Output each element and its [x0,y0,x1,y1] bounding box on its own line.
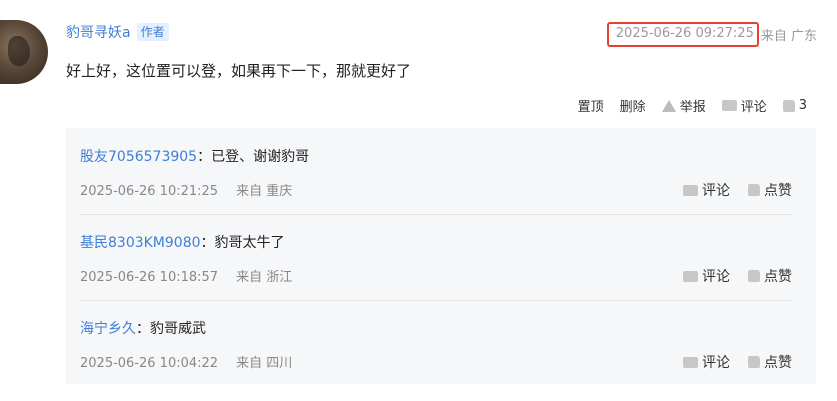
reply-location: 来自 浙江 [236,270,293,285]
reply-like-button[interactable]: 点赞 [748,266,792,286]
avatar[interactable] [0,20,48,84]
comment-bubble-icon [683,356,698,368]
reply-label: 评论 [740,100,767,115]
comment-bubble-icon [683,184,698,196]
reply-location: 来自 四川 [236,356,293,371]
reply-content: ：豹哥太牛了 [200,235,285,251]
reply-text: 海宁乡久：豹哥威武 [80,318,206,338]
reply-user[interactable]: 海宁乡久 [80,321,136,337]
reply-time: 2025-06-26 10:18:57 [80,270,219,285]
reply-list: 股友7056573905：已登、谢谢豹哥 2025-06-26 10:21:25… [66,128,816,384]
delete-button[interactable]: 删除 [620,96,646,115]
comment-bubble-icon [721,100,737,111]
reply-comment-button[interactable]: 评论 [683,180,730,200]
comment-time: 2025-06-26 09:27:25 [606,22,759,47]
reply-content: ：豹哥威武 [136,321,206,337]
reply-actions: 评论 点赞 [683,352,792,372]
reply-meta: 2025-06-26 10:18:57 来自 浙江 [80,266,310,285]
reply-actions: 评论 点赞 [683,266,792,286]
warning-icon [661,99,676,112]
reply-text: 基民8303KM9080：豹哥太牛了 [80,232,285,252]
author-name[interactable]: 豹哥寻妖a [66,22,131,42]
reply-item: 海宁乡久：豹哥威武 2025-06-26 10:04:22 来自 四川 评论 点赞 [80,300,792,386]
comment-author: 豹哥寻妖a 作者 [66,22,169,42]
reply-content: ：已登、谢谢豹哥 [197,149,310,165]
author-badge: 作者 [136,23,169,41]
reply-comment-label: 评论 [702,183,730,199]
reply-like-label: 点赞 [764,183,792,199]
reply-meta: 2025-06-26 10:21:25 来自 重庆 [80,180,310,199]
comment-meta: 2025-06-26 09:27:25 来自 广东 [606,22,817,47]
thumbs-up-icon [782,99,795,112]
like-button[interactable]: 3 [782,98,807,113]
reply-time: 2025-06-26 10:04:22 [80,356,219,371]
pin-button[interactable]: 置顶 [578,96,604,115]
reply-user[interactable]: 基民8303KM9080 [80,235,201,251]
reply-actions: 评论 点赞 [683,180,792,200]
reply-like-label: 点赞 [764,355,792,371]
comment-actions: 置顶 删除 举报 评论 3 [578,96,807,115]
reply-text: 股友7056573905：已登、谢谢豹哥 [80,146,309,166]
comment-body: 好上好，这位置可以登，如果再下一下，那就更好了 [66,62,412,80]
reply-meta: 2025-06-26 10:04:22 来自 四川 [80,352,310,371]
reply-item: 基民8303KM9080：豹哥太牛了 2025-06-26 10:18:57 来自… [80,214,792,300]
like-count: 3 [798,98,807,113]
thumbs-up-icon [748,184,760,196]
reply-comment-button[interactable]: 评论 [683,352,730,372]
reply-like-button[interactable]: 点赞 [748,352,792,372]
reply-item: 股友7056573905：已登、谢谢豹哥 2025-06-26 10:21:25… [80,128,792,214]
thumbs-up-icon [748,356,760,368]
report-label: 举报 [679,100,706,115]
avatar-image [8,36,30,66]
reply-comment-button[interactable]: 评论 [683,266,730,286]
comment-location: 来自 广东 [760,29,817,44]
reply-like-button[interactable]: 点赞 [748,180,792,200]
reply-comment-label: 评论 [702,355,730,371]
reply-user[interactable]: 股友7056573905 [80,149,197,165]
reply-like-label: 点赞 [764,269,792,285]
reply-time: 2025-06-26 10:21:25 [80,184,219,199]
reply-location: 来自 重庆 [236,184,293,199]
report-button[interactable]: 举报 [661,96,706,115]
thumbs-up-icon [748,270,760,282]
comment-bubble-icon [683,270,698,282]
reply-button[interactable]: 评论 [721,96,767,115]
reply-comment-label: 评论 [702,269,730,285]
